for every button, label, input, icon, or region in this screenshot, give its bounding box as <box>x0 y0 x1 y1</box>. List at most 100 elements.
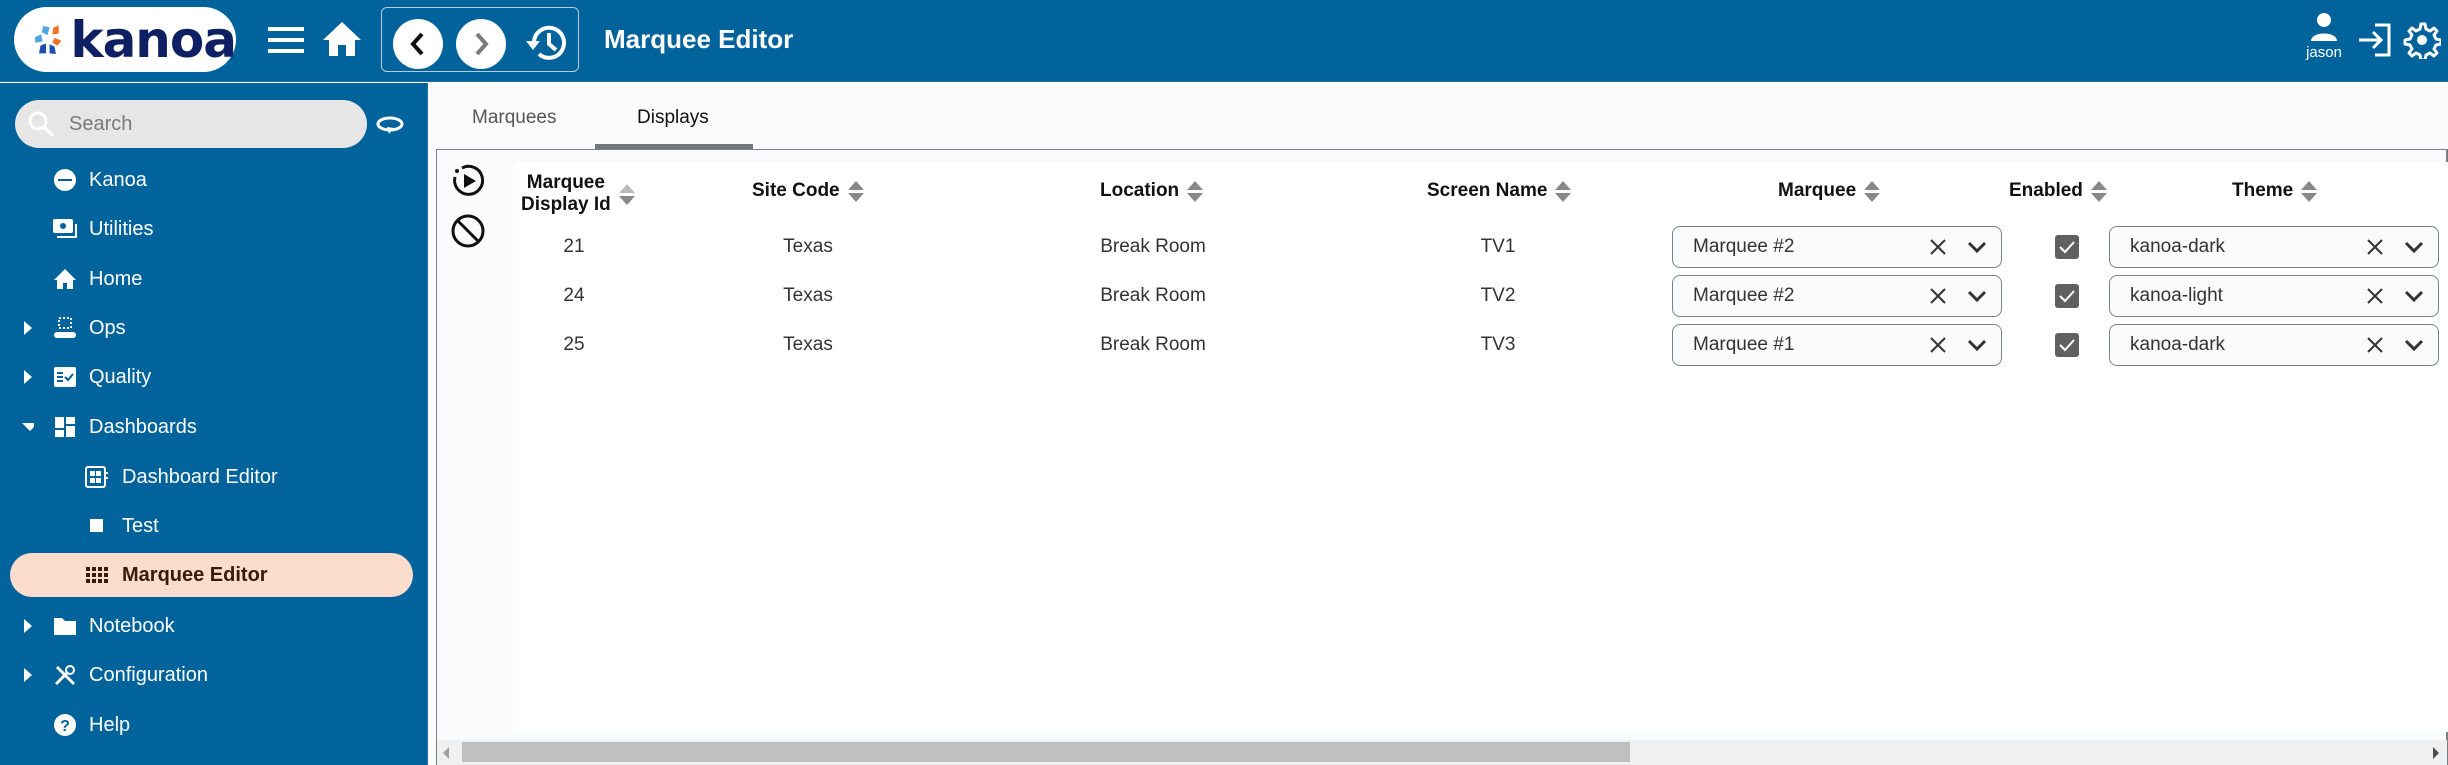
cell-location: Break Room <box>1100 236 1206 257</box>
sort-ascending-icon <box>618 183 635 205</box>
cell-location: Break Room <box>1100 285 1206 306</box>
utilities-icon <box>52 216 78 242</box>
horizontal-scrollbar[interactable] <box>437 740 2447 765</box>
column-header-display-id[interactable]: Marquee Display Id <box>521 172 635 216</box>
theme-select[interactable]: kanoa-light <box>2109 275 2439 317</box>
column-header-marquee[interactable]: Marquee <box>1778 180 1881 202</box>
sidebar-item-notebook[interactable]: Notebook <box>0 604 427 648</box>
caret-right-icon[interactable] <box>22 668 34 682</box>
caret-right-icon[interactable] <box>22 321 34 335</box>
sidebar-item-ops[interactable]: Ops <box>0 306 427 350</box>
svg-text:?: ? <box>60 718 70 735</box>
check-icon <box>2059 241 2075 254</box>
home-icon[interactable] <box>320 18 364 60</box>
scrollbar-thumb[interactable] <box>462 742 1630 762</box>
chevron-down-icon[interactable] <box>2404 240 2424 254</box>
logo-text: kanoa <box>70 10 237 69</box>
sort-icon <box>1864 180 1881 202</box>
clear-icon[interactable] <box>1929 238 1947 256</box>
column-header-theme[interactable]: Theme <box>2232 180 2318 202</box>
theme-select[interactable]: kanoa-dark <box>2109 324 2439 366</box>
sidebar-item-test[interactable]: Test <box>0 504 427 548</box>
menu-icon[interactable] <box>266 22 306 58</box>
clear-icon[interactable] <box>1929 287 1947 305</box>
user-menu[interactable]: jason <box>2302 12 2346 61</box>
sidebar-item-home[interactable]: Home <box>0 257 427 301</box>
settings-icon[interactable] <box>2402 20 2442 60</box>
cell-site-code: Texas <box>783 334 833 355</box>
run-icon[interactable] <box>449 162 487 200</box>
history-icon[interactable] <box>522 20 570 66</box>
sidebar-item-kanoa[interactable]: Kanoa <box>0 158 427 202</box>
refresh-icon[interactable] <box>374 111 406 139</box>
cell-display-id: 21 <box>563 236 585 257</box>
dashboard-icon <box>52 414 78 440</box>
sidebar-item-configuration[interactable]: Configuration <box>0 653 427 697</box>
tab-displays[interactable]: Displays <box>637 107 709 129</box>
displays-table-panel: Marquee Display Id Site Code Location Sc… <box>436 149 2448 765</box>
page-title: Marquee Editor <box>604 24 794 54</box>
main-content: Marquees Displays Marquee Display Id Sit… <box>427 83 2448 765</box>
forward-button[interactable] <box>456 19 506 69</box>
kanoa-logo[interactable]: kanoa <box>14 7 237 72</box>
check-icon <box>2059 290 2075 303</box>
chevron-down-icon[interactable] <box>2404 338 2424 352</box>
chevron-right-icon <box>475 32 489 56</box>
sidebar-item-dashboard-editor[interactable]: Dashboard Editor <box>0 455 427 499</box>
navigation-group <box>381 7 579 72</box>
logout-icon[interactable] <box>2356 22 2394 58</box>
kanoa-logo-mark-icon <box>34 24 62 54</box>
column-header-location[interactable]: Location <box>1100 180 1204 202</box>
enabled-checkbox[interactable] <box>2055 333 2079 357</box>
kanoa-icon <box>52 167 78 193</box>
caret-down-icon[interactable] <box>22 420 34 434</box>
disable-icon[interactable] <box>449 212 487 250</box>
search-input[interactable] <box>69 112 349 136</box>
sort-icon <box>847 180 864 202</box>
marquee-select[interactable]: Marquee #1 <box>1672 324 2002 366</box>
scroll-left-arrow-icon[interactable] <box>443 747 449 759</box>
cell-screen-name: TV3 <box>1480 334 1516 355</box>
sidebar-item-help[interactable]: ? Help <box>0 703 427 747</box>
sidebar-item-utilities[interactable]: Utilities <box>0 207 427 251</box>
cell-screen-name: TV1 <box>1480 236 1516 257</box>
conveyor-icon <box>52 315 78 341</box>
clear-icon[interactable] <box>2366 336 2384 354</box>
search-icon <box>28 111 55 138</box>
caret-right-icon[interactable] <box>22 619 34 633</box>
marquee-select[interactable]: Marquee #2 <box>1672 275 2002 317</box>
theme-select[interactable]: kanoa-dark <box>2109 226 2439 268</box>
sidebar-item-marquee-editor[interactable]: Marquee Editor <box>10 553 413 597</box>
scroll-right-arrow-icon[interactable] <box>2433 747 2439 759</box>
dashboard-editor-icon <box>84 464 110 490</box>
clear-icon[interactable] <box>2366 287 2384 305</box>
tab-marquees[interactable]: Marquees <box>472 107 557 129</box>
column-header-site-code[interactable]: Site Code <box>752 180 864 202</box>
user-icon <box>2311 13 2337 41</box>
cell-screen-name: TV2 <box>1480 285 1516 306</box>
clear-icon[interactable] <box>2366 238 2384 256</box>
clear-icon[interactable] <box>1929 336 1947 354</box>
chevron-down-icon[interactable] <box>1967 338 1987 352</box>
sidebar-item-dashboards[interactable]: Dashboards <box>0 405 427 449</box>
sidebar-item-quality[interactable]: Quality <box>0 355 427 399</box>
enabled-checkbox[interactable] <box>2055 284 2079 308</box>
caret-right-icon[interactable] <box>22 370 34 384</box>
cell-location: Break Room <box>1100 334 1206 355</box>
square-icon <box>84 513 110 539</box>
enabled-checkbox[interactable] <box>2055 235 2079 259</box>
folder-icon <box>52 613 78 639</box>
chevron-down-icon[interactable] <box>1967 240 1987 254</box>
search-box[interactable] <box>15 100 367 148</box>
column-header-screen-name[interactable]: Screen Name <box>1427 180 1572 202</box>
back-button[interactable] <box>393 19 443 69</box>
sort-icon <box>1187 180 1204 202</box>
sort-icon <box>2090 180 2107 202</box>
sidebar: Kanoa Utilities Home Ops Quality Dashboa… <box>0 83 427 765</box>
column-header-enabled[interactable]: Enabled <box>2009 180 2107 202</box>
chevron-down-icon[interactable] <box>2404 289 2424 303</box>
chevron-down-icon[interactable] <box>1967 289 1987 303</box>
marquee-select[interactable]: Marquee #2 <box>1672 226 2002 268</box>
displays-table: Marquee Display Id Site Code Location Sc… <box>513 162 2448 732</box>
user-name: jason <box>2306 44 2342 61</box>
